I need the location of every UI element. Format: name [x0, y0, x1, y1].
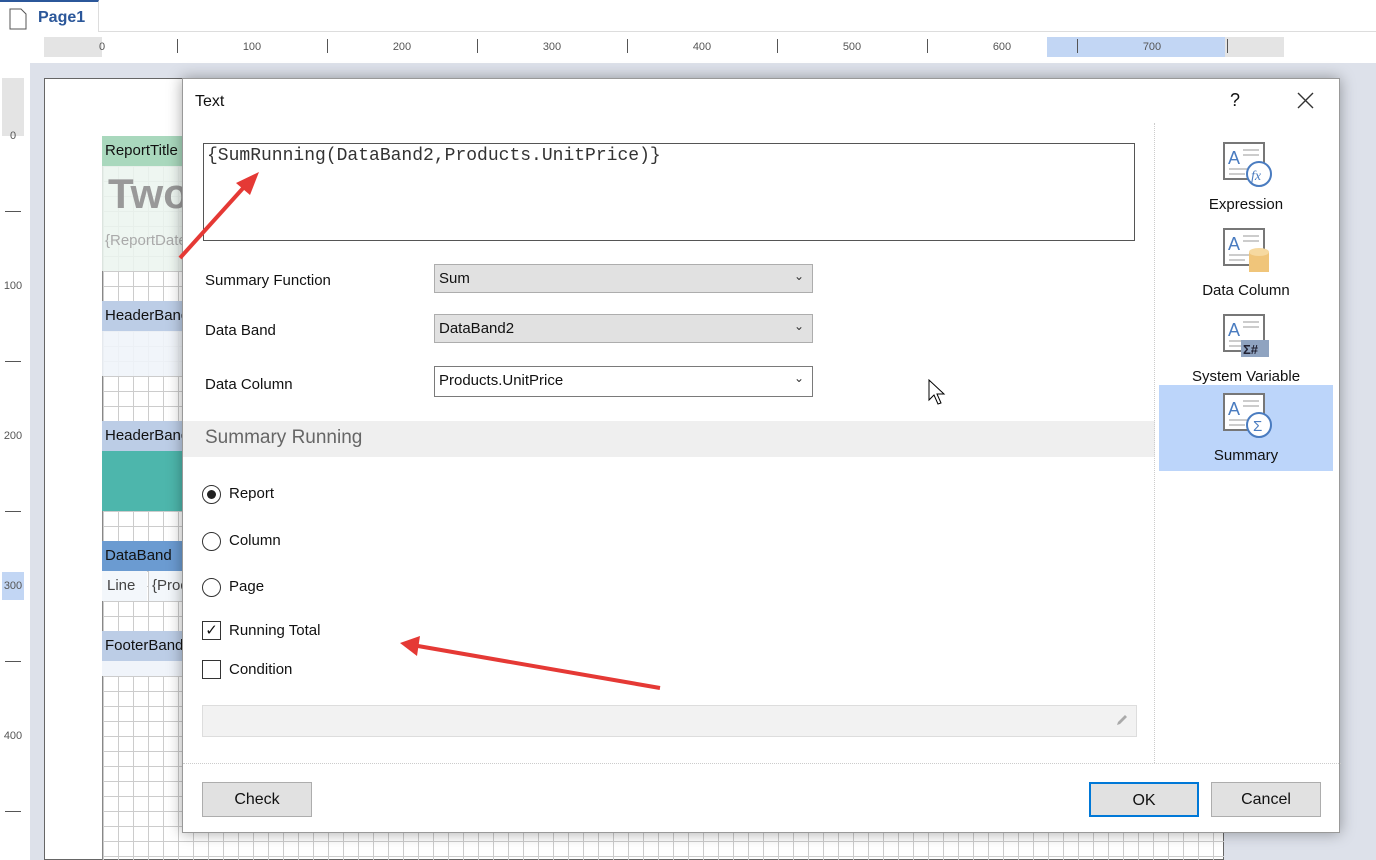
mouse-cursor-icon [928, 379, 946, 405]
data-column-label: Data Column [205, 376, 293, 393]
radio-report[interactable] [202, 485, 221, 504]
data-column-icon: A [1223, 228, 1269, 272]
summary-function-select[interactable]: Sum ⌄ [434, 264, 813, 293]
svg-text:Σ#: Σ# [1243, 342, 1259, 357]
condition-input[interactable] [202, 705, 1137, 737]
radio-page-label[interactable]: Page [229, 578, 264, 595]
section-summary-running: Summary Running [183, 421, 1155, 457]
help-button[interactable]: ? [1230, 90, 1240, 111]
side-system-variable[interactable]: A Σ# System Variable [1159, 306, 1333, 392]
data-band-value: DataBand2 [439, 320, 515, 337]
side-expression[interactable]: Afx Expression [1159, 134, 1333, 220]
svg-text:A: A [1228, 399, 1240, 419]
svg-text:A: A [1228, 234, 1240, 254]
summary-function-label: Summary Function [205, 272, 331, 289]
running-total-label[interactable]: Running Total [229, 622, 320, 639]
ruler-tick-label: 0 [98, 41, 106, 53]
close-icon[interactable] [1297, 92, 1314, 109]
svg-text:A: A [1228, 320, 1240, 340]
data-column-value: Products.UnitPrice [439, 372, 564, 389]
system-variable-icon: AΣ# [1223, 314, 1269, 357]
data-column-select[interactable]: Products.UnitPrice ⌄ [434, 366, 813, 397]
ruler-tick-label: 200 [3, 430, 23, 442]
chevron-down-icon: ⌄ [793, 319, 804, 333]
expression-icon: Afx [1223, 142, 1272, 187]
side-label: Summary [1213, 447, 1279, 464]
chevron-down-icon: ⌄ [793, 269, 804, 283]
ruler-tick-label: 300 [542, 41, 562, 53]
ruler-tick-label: 500 [842, 41, 862, 53]
side-summary[interactable]: AΣ Summary [1159, 385, 1333, 471]
radio-column-label[interactable]: Column [229, 532, 281, 549]
ruler-tick-label: 400 [692, 41, 712, 53]
expression-editor[interactable]: {SumRunning(DataBand2,Products.UnitPrice… [203, 143, 1135, 241]
radio-column[interactable] [202, 532, 221, 551]
divider [183, 763, 1341, 764]
ruler-tick-label: 300 [3, 580, 23, 592]
dialog-title: Text [195, 93, 225, 110]
pencil-icon[interactable] [1115, 713, 1129, 727]
ruler-tick-label: 700 [1142, 41, 1162, 53]
horizontal-ruler: 0 100 200 300 400 500 600 700 [44, 37, 1284, 57]
check-button[interactable]: Check [202, 782, 312, 817]
chevron-down-icon: ⌄ [793, 371, 804, 385]
data-band-select[interactable]: DataBand2 ⌄ [434, 314, 813, 343]
running-total-checkbox[interactable]: ✓ [202, 621, 221, 640]
ruler-tick-label: 600 [992, 41, 1012, 53]
ruler-tick-label: 200 [392, 41, 412, 53]
tab-bar: Page1 [0, 0, 1376, 32]
condition-label[interactable]: Condition [229, 661, 292, 678]
divider [1154, 123, 1155, 763]
svg-text:Σ: Σ [1253, 418, 1262, 435]
radio-page[interactable] [202, 578, 221, 597]
text-dialog: Text ? {SumRunning(DataBand2,Products.Un… [182, 78, 1341, 833]
ok-button[interactable]: OK [1089, 782, 1199, 817]
line-text[interactable]: Line [102, 571, 147, 601]
ruler-tick-label: 100 [242, 41, 262, 53]
ruler-tick-label: 100 [3, 280, 23, 292]
side-data-column[interactable]: A Data Column [1159, 220, 1333, 306]
tab-label: Page1 [38, 9, 86, 26]
side-label: Data Column [1202, 282, 1290, 299]
cancel-button[interactable]: Cancel [1211, 782, 1321, 817]
data-band-label: Data Band [205, 322, 276, 339]
vertical-ruler: 0 100 200 300 400 [2, 78, 24, 860]
ruler-tick-label: 0 [9, 130, 17, 142]
page-icon [9, 8, 27, 30]
svg-text:A: A [1228, 148, 1240, 168]
radio-report-label[interactable]: Report [229, 485, 274, 502]
condition-checkbox[interactable] [202, 660, 221, 679]
summary-icon: AΣ [1223, 393, 1272, 438]
side-label: Expression [1208, 196, 1284, 213]
ruler-tick-label: 400 [3, 730, 23, 742]
tab-page1[interactable]: Page1 [0, 0, 99, 32]
svg-text:fx: fx [1251, 169, 1262, 184]
side-label: System Variable [1191, 368, 1301, 385]
summary-function-value: Sum [439, 270, 470, 287]
